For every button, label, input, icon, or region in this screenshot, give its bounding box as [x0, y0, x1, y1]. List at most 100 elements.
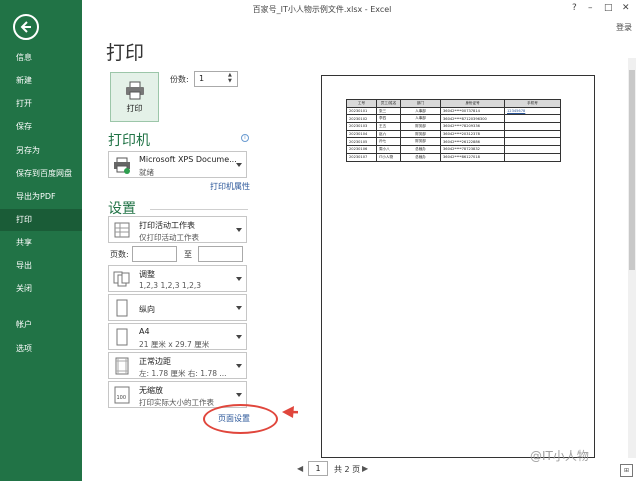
page-from-input[interactable]	[132, 246, 177, 262]
printer-section-title: 打印机	[108, 133, 150, 149]
table-cell: 孙七	[376, 137, 401, 147]
table-cell: 36042****00737814	[440, 106, 505, 116]
collate-icon	[113, 271, 130, 287]
nav-item-export-pdf[interactable]: 导出为PDF	[0, 186, 82, 208]
printer-properties-link[interactable]: 打印机属性	[210, 181, 250, 192]
table-row: 20230106 周小八 总裁办 36042****78723832	[346, 145, 561, 154]
scaling-title: 无缩放	[139, 386, 163, 395]
minimize-button[interactable]: –	[588, 3, 593, 13]
zoom-to-page-icon[interactable]: ⊞	[620, 464, 633, 477]
table-cell: 王五	[376, 122, 401, 131]
col-header: 身份证号	[440, 99, 505, 108]
table-cell	[504, 129, 561, 139]
print-what-dropdown[interactable]: 打印活动工作表 仅打印活动工作表	[108, 216, 247, 243]
table-cell: 财务部	[400, 137, 441, 147]
paper-size-title: A4	[139, 327, 150, 336]
nav-item-new[interactable]: 新建	[0, 70, 82, 92]
collate-sub: 1,2,3 1,2,3 1,2,3	[139, 281, 202, 290]
signin-link[interactable]: 登录	[616, 22, 632, 33]
table-cell: 20230102	[346, 114, 377, 124]
table-cell: 总裁办	[400, 145, 441, 154]
chevron-down-icon	[236, 163, 242, 167]
table-cell	[504, 145, 561, 154]
nav-item-save-as[interactable]: 另存为	[0, 140, 82, 162]
table-row: 20230102 李四 人事部 36042****87120396300	[346, 114, 561, 124]
help-button[interactable]: ?	[572, 3, 577, 13]
back-arrow-icon[interactable]	[13, 14, 39, 40]
table-cell: 人事部	[400, 114, 441, 124]
table-cell: 36042****78723832	[440, 145, 505, 154]
table-cell: 周小八	[376, 145, 401, 154]
table-cell: 36042****86127018	[440, 152, 505, 162]
table-cell: 36042****78209336	[440, 122, 505, 131]
printer-icon	[126, 81, 144, 100]
preview-table: 工号 员工/姓名 部门 身份证号 手机号 20230101 张三 人事部 36042*…	[346, 99, 561, 162]
paper-size-dropdown[interactable]: A4 21 厘米 x 29.7 厘米	[108, 323, 247, 350]
prev-page-button[interactable]: ◀	[297, 464, 303, 473]
chevron-down-icon	[236, 393, 242, 397]
table-cell: 20230103	[346, 122, 377, 131]
collate-dropdown[interactable]: 调整 1,2,3 1,2,3 1,2,3	[108, 265, 247, 292]
print-button[interactable]: 打印	[110, 72, 159, 122]
nav-item-share[interactable]: 共享	[0, 232, 82, 254]
table-cell: 赵六	[376, 129, 401, 139]
print-what-sub: 仅打印活动工作表	[139, 233, 199, 242]
table-cell: 20230104	[346, 129, 377, 139]
printer-icon	[114, 157, 130, 174]
page-to-input[interactable]	[198, 246, 243, 262]
table-row: 20230107 IT小人物 总裁办 36042****86127018	[346, 152, 561, 162]
restore-button[interactable]: □	[604, 3, 613, 13]
table-cell	[504, 122, 561, 131]
chevron-down-icon	[236, 335, 242, 339]
nav-item-open[interactable]: 打开	[0, 93, 82, 115]
table-cell: 人事部	[400, 106, 441, 116]
orientation-title: 纵向	[139, 305, 155, 314]
nav-item-save[interactable]: 保存	[0, 116, 82, 138]
highlight-oval	[203, 404, 278, 434]
chevron-down-icon	[236, 364, 242, 368]
nav-item-account[interactable]: 帐户	[0, 314, 82, 336]
table-row: 20230105 孙七 财务部 36042****26122886	[346, 137, 561, 147]
nav-item-export[interactable]: 导出	[0, 255, 82, 277]
pages-label: 页数:	[110, 250, 129, 259]
portrait-icon	[116, 299, 128, 317]
table-row: 20230101 张三 人事部 36042****00737814 12345678	[346, 106, 561, 116]
watermark-text: @IT小人物	[530, 449, 589, 463]
table-cell: 20230107	[346, 152, 377, 162]
paper-icon	[116, 328, 128, 346]
table-cell: 李四	[376, 114, 401, 124]
orientation-dropdown[interactable]: 纵向	[108, 294, 247, 321]
scaling-dropdown[interactable]: 100 无缩放 打印实际大小的工作表	[108, 381, 247, 408]
margins-sub: 左: 1.78 厘米 右: 1.78 ...	[139, 369, 227, 378]
printer-status: 就绪	[139, 168, 154, 177]
chevron-down-icon	[236, 228, 242, 232]
margins-dropdown[interactable]: 正常边距 左: 1.78 厘米 右: 1.78 ...	[108, 352, 247, 379]
preview-scroll-thumb[interactable]	[629, 70, 635, 270]
settings-divider	[150, 209, 248, 210]
table-cell: 36042****26122886	[440, 137, 505, 147]
scaling-sub: 打印实际大小的工作表	[139, 398, 214, 407]
table-cell	[504, 152, 561, 162]
table-row: 20230104 赵六 财务部 36042****20312378	[346, 129, 561, 139]
next-page-button[interactable]: ▶	[362, 464, 368, 473]
print-what-title: 打印活动工作表	[139, 221, 195, 230]
nav-item-info[interactable]: 信息	[0, 47, 82, 69]
table-cell: 20230101	[346, 106, 377, 116]
margins-title: 正常边距	[139, 357, 171, 366]
nav-item-close[interactable]: 关闭	[0, 278, 82, 300]
nav-item-save-baidu[interactable]: 保存到百度网盘	[0, 163, 82, 185]
scaling-icon: 100	[114, 386, 130, 404]
copies-spinner[interactable]: ▲ ▼	[228, 72, 232, 84]
close-button[interactable]: ✕	[622, 3, 630, 13]
col-header: 手机号	[504, 99, 561, 108]
page-title: 打印	[106, 42, 145, 64]
table-cell: 总裁办	[400, 152, 441, 162]
nav-item-print[interactable]: 打印	[0, 209, 82, 231]
table-cell: 财务部	[400, 129, 441, 139]
col-header: 部门	[400, 99, 441, 108]
page-number-input[interactable]: 1	[308, 461, 328, 476]
info-icon[interactable]: i	[241, 134, 249, 142]
table-cell	[504, 137, 561, 147]
nav-item-options[interactable]: 选项	[0, 338, 82, 360]
printer-dropdown[interactable]: Microsoft XPS Docume... 就绪	[108, 151, 247, 178]
